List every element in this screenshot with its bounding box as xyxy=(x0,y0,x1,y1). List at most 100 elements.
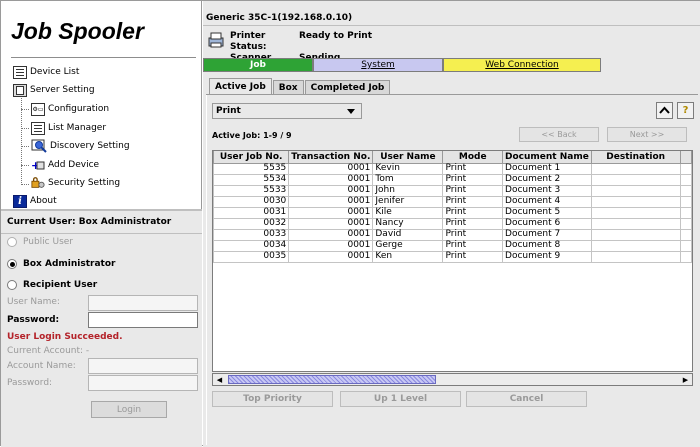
divider xyxy=(203,25,700,26)
tree-item-configuration[interactable]: ⚙▭ Configuration xyxy=(31,101,109,117)
tree-item-add-device[interactable]: + Add Device xyxy=(31,157,99,173)
top-priority-button[interactable]: Top Priority xyxy=(212,391,333,407)
user-name-field[interactable] xyxy=(88,295,198,311)
tree-item-label: About xyxy=(30,196,57,206)
scrollbar-thumb[interactable] xyxy=(228,375,436,384)
radio-label: Public User xyxy=(23,237,74,247)
nav-web-connection[interactable]: Web Connection xyxy=(443,58,601,72)
current-user-label: Current User: Box Administrator xyxy=(7,217,172,227)
main-nav: Job System Web Connection xyxy=(203,58,700,72)
table-row[interactable]: 0032 0001 Nancy Print Document 6 xyxy=(213,217,692,230)
cell-mode: Print xyxy=(442,173,504,186)
col-destination[interactable]: Destination xyxy=(590,151,681,164)
discovery-magnifier-icon xyxy=(31,139,47,153)
table-row[interactable]: 0035 0001 Ken Print Document 9 xyxy=(213,250,692,263)
tree-item-device-list[interactable]: Device List xyxy=(13,64,79,80)
collapse-button[interactable] xyxy=(656,102,673,119)
add-device-icon: + xyxy=(31,159,45,172)
password-field[interactable] xyxy=(88,312,198,328)
job-type-select[interactable]: Print xyxy=(212,103,362,119)
cell-destination xyxy=(590,239,681,252)
tree-connector xyxy=(21,128,29,129)
app-title: Job Spooler xyxy=(11,18,144,44)
cell-transaction-no: 0001 xyxy=(288,162,374,175)
cell-mode: Print xyxy=(442,162,504,175)
cell-destination xyxy=(590,173,681,186)
table-row[interactable]: 5535 0001 Kevin Print Document 1 xyxy=(213,162,692,175)
tree-item-server-setting[interactable]: Server Setting xyxy=(13,82,95,98)
tree-item-list-manager[interactable]: List Manager xyxy=(31,120,106,136)
col-document-name[interactable]: Document Name xyxy=(502,151,592,164)
horizontal-scrollbar[interactable]: ◀ ▶ xyxy=(212,373,693,386)
account-password-label: Password: xyxy=(7,378,53,388)
cell-user-name: Tom xyxy=(372,173,444,186)
title-divider xyxy=(11,57,196,59)
table-row[interactable]: 0034 0001 Gerge Print Document 8 xyxy=(213,239,692,252)
help-button[interactable]: ? xyxy=(677,102,694,119)
tab-completed-job[interactable]: Completed Job xyxy=(304,80,391,94)
tab-box[interactable]: Box xyxy=(272,80,304,94)
chevron-down-icon xyxy=(347,109,355,114)
table-row[interactable]: 0030 0001 Jenifer Print Document 4 xyxy=(213,195,692,208)
table-row[interactable]: 0031 0001 Kile Print Document 5 xyxy=(213,206,692,219)
col-transaction-no[interactable]: Transaction No. xyxy=(288,151,374,164)
device-name: Generic 35C-1(192.168.0.10) xyxy=(206,13,353,23)
cell-user-job-no: 0030 xyxy=(213,195,290,208)
tree-item-label: Discovery Setting xyxy=(50,141,130,151)
help-icon: ? xyxy=(682,105,689,116)
account-name-label: Account Name: xyxy=(7,361,76,371)
cancel-button[interactable]: Cancel xyxy=(466,391,587,407)
radio-circle xyxy=(7,280,17,290)
scroll-right-icon[interactable]: ▶ xyxy=(680,374,691,385)
table-row[interactable]: 5534 0001 Tom Print Document 2 xyxy=(213,173,692,186)
scroll-left-icon[interactable]: ◀ xyxy=(214,374,225,385)
cell-transaction-no: 0001 xyxy=(288,195,374,208)
account-name-field[interactable] xyxy=(88,358,198,374)
account-password-field[interactable] xyxy=(88,375,198,391)
cell-user-job-no: 0033 xyxy=(213,228,290,241)
tree-item-about[interactable]: i About xyxy=(13,193,57,209)
box-administrator-radio[interactable]: Box Administrator xyxy=(7,259,115,269)
back-button[interactable]: << Back xyxy=(519,127,599,142)
cell-transaction-no: 0001 xyxy=(288,250,374,263)
tree-item-label: Device List xyxy=(30,67,80,77)
login-button[interactable]: Login xyxy=(91,401,167,418)
table-row[interactable]: 5533 0001 John Print Document 3 xyxy=(213,184,692,197)
cell-user-job-no: 0034 xyxy=(213,239,290,252)
cell-document-name: Document 6 xyxy=(502,217,592,230)
cell-document-name: Document 5 xyxy=(502,206,592,219)
cell-filler xyxy=(679,228,692,241)
tree-connector xyxy=(21,146,29,147)
info-icon: i xyxy=(13,194,27,208)
cell-user-job-no: 5534 xyxy=(213,173,290,186)
cell-filler xyxy=(679,250,692,263)
col-mode[interactable]: Mode xyxy=(442,151,504,164)
tree-item-label: Add Device xyxy=(48,160,100,170)
radio-circle xyxy=(7,259,17,269)
public-user-radio[interactable]: Public User xyxy=(7,237,73,247)
tree-item-discovery-setting[interactable]: Discovery Setting xyxy=(31,138,130,154)
cell-destination xyxy=(590,217,681,230)
nav-system[interactable]: System xyxy=(313,58,443,72)
cell-filler xyxy=(679,195,692,208)
col-user-job-no[interactable]: User Job No. xyxy=(213,151,290,164)
cell-user-name: David xyxy=(372,228,444,241)
table-row[interactable]: 0033 0001 David Print Document 7 xyxy=(213,228,692,241)
login-success-message: User Login Succeeded. xyxy=(7,332,123,342)
recipient-user-radio[interactable]: Recipient User xyxy=(7,280,97,290)
cell-destination xyxy=(590,195,681,208)
nav-job[interactable]: Job xyxy=(203,58,313,72)
printer-status-value: Ready to Print xyxy=(299,31,372,41)
cell-destination xyxy=(590,228,681,241)
cell-destination xyxy=(590,184,681,197)
col-user-name[interactable]: User Name xyxy=(372,151,444,164)
nav-system-label: System xyxy=(361,60,395,70)
up-one-level-button[interactable]: Up 1 Level xyxy=(340,391,461,407)
next-button[interactable]: Next >> xyxy=(607,127,687,142)
cell-filler xyxy=(679,173,692,186)
tree-item-security-setting[interactable]: Security Setting xyxy=(31,175,120,191)
cell-user-name: Nancy xyxy=(372,217,444,230)
cell-filler xyxy=(679,184,692,197)
tab-active-job[interactable]: Active Job xyxy=(209,78,272,94)
cell-filler xyxy=(679,162,692,175)
